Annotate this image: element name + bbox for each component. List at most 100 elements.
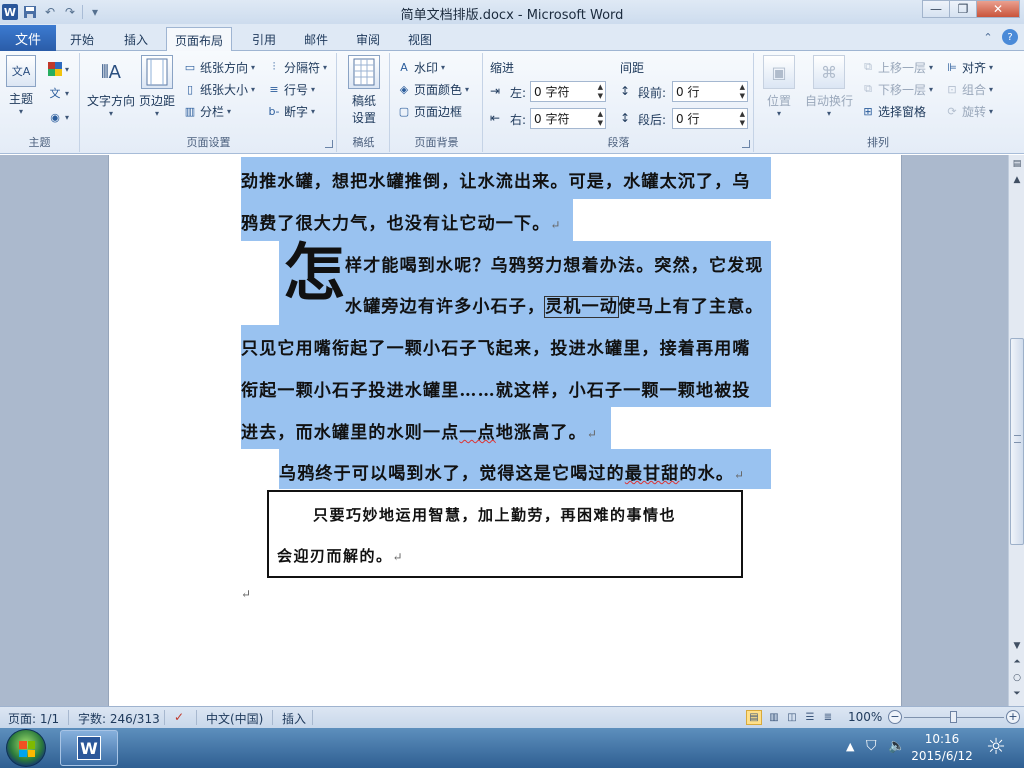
action-center-icon[interactable]: ⛉ [866, 738, 877, 754]
insert-mode-indicator[interactable]: 插入 [282, 710, 306, 727]
spacing-after-input[interactable]: 0 行 ▲ ▼ [672, 108, 748, 129]
indent-left-input[interactable]: 0 字符 ▲ ▼ [530, 81, 606, 102]
restore-button[interactable]: ❐ [949, 0, 977, 18]
taskbar-word-button[interactable]: W [60, 730, 118, 766]
language-indicator[interactable]: 中文(中国) [206, 710, 263, 727]
line-numbers-button[interactable]: ≡ 行号 ▾ [267, 79, 315, 99]
columns-button[interactable]: ▥ 分栏 ▾ [183, 101, 231, 121]
group-page-background: A 水印 ▾ ◈ 页面颜色 ▾ ▢ 页面边框 页面背景 [391, 53, 483, 152]
page-setup-dialog-launcher[interactable] [325, 140, 333, 148]
word-count[interactable]: 字数: 246/313 [78, 710, 160, 727]
draft-view-icon[interactable]: ≣ [820, 710, 836, 725]
close-button[interactable]: ✕ [976, 0, 1020, 18]
spin-arrows-icon[interactable]: ▲ ▼ [598, 83, 603, 101]
zoom-level[interactable]: 100% [848, 710, 882, 724]
zoom-out-icon[interactable]: − [888, 710, 902, 724]
theme-fonts-button[interactable]: 文 ▾ [48, 83, 70, 103]
scroll-up-arrow-icon[interactable]: ▲ [1010, 173, 1024, 187]
tab-file[interactable]: 文件 [0, 25, 56, 51]
proofing-icon[interactable]: ✓ [174, 710, 184, 724]
send-backward-icon: ⧉ [864, 82, 872, 95]
spin-arrows-icon[interactable]: ▲ ▼ [740, 110, 745, 128]
orientation-button[interactable]: ▭ 纸张方向 ▾ [183, 57, 255, 77]
spin-arrows-icon[interactable]: ▲ ▼ [598, 110, 603, 128]
chevron-down-icon: ▾ [465, 84, 470, 94]
document-line: 劲推水罐，想把水罐推倒，让水流出来。可是，水罐太沉了，乌 [241, 172, 751, 192]
page-borders-label: 页面边框 [414, 104, 463, 119]
text-direction-button[interactable]: ⫴A 文字方向 ▾ [87, 55, 135, 119]
tab-review[interactable]: 审阅 [348, 27, 388, 51]
zoom-slider-thumb[interactable] [950, 711, 957, 723]
ruler-toggle-icon[interactable]: ▤ [1010, 157, 1024, 171]
bring-forward-button[interactable]: ⧉ 上移一层 ▾ [861, 57, 933, 77]
tab-view[interactable]: 视图 [400, 27, 440, 51]
position-button[interactable]: ▣ 位置 ▾ [763, 55, 795, 118]
group-objects-button[interactable]: ⊡ 组合 ▾ [945, 79, 993, 99]
group-label-manuscript: 稿纸 [352, 136, 375, 149]
minimize-ribbon-icon[interactable]: ⌃ [980, 29, 996, 45]
hyphenation-button[interactable]: b- 断字 ▾ [267, 101, 316, 121]
selection-pane-button[interactable]: ⊞ 选择窗格 [861, 101, 926, 121]
next-page-icon[interactable]: ⏷ [1010, 687, 1024, 701]
watermark-button[interactable]: A 水印 ▾ [397, 57, 445, 77]
zoom-in-icon[interactable]: + [1006, 710, 1020, 724]
group-label-paragraph: 段落 [607, 136, 630, 149]
tab-page-layout[interactable]: 页面布局 [166, 27, 233, 52]
full-screen-reading-view-icon[interactable]: ▥ [766, 710, 782, 725]
minimize-button[interactable]: — [922, 0, 950, 18]
paragraph-mark: ↵ [550, 218, 562, 232]
manuscript-settings-button[interactable]: 稿纸 设置 [348, 55, 380, 126]
outline-view-icon[interactable]: ☰ [802, 710, 818, 725]
breaks-icon: ⫶ [272, 60, 276, 73]
document-area: 劲推水罐，想把水罐推倒，让水流出来。可是，水罐太沉了，乌 鸦费了很大力气，也没有… [0, 155, 1008, 706]
spin-arrows-icon[interactable]: ▲ ▼ [740, 83, 745, 101]
tab-references[interactable]: 引用 [244, 27, 284, 51]
chevron-down-icon: ▾ [827, 109, 832, 118]
document-line: 乌鸦终于可以喝到水了，觉得这是它喝过的最甘甜的水。↵ [279, 459, 745, 484]
previous-page-icon[interactable]: ⏶ [1010, 655, 1024, 669]
bring-forward-label: 上移一层 [878, 60, 927, 75]
spacing-before-input[interactable]: 0 行 ▲ ▼ [672, 81, 748, 102]
send-backward-button[interactable]: ⧉ 下移一层 ▾ [861, 79, 933, 99]
bordered-text-box[interactable]: 只要巧妙地运用智慧，加上勤劳，再困难的事情也 会迎刃而解的。↵ [267, 490, 743, 578]
chevron-down-icon: ▾ [929, 84, 934, 94]
themes-button[interactable]: 文A 主题 ▾ [6, 55, 36, 116]
size-button[interactable]: ▯ 纸张大小 ▾ [183, 79, 255, 99]
show-hidden-icons-icon[interactable]: ▲ [846, 740, 854, 753]
vertical-scrollbar[interactable]: ▤ ▲ ▼ ⏶ ○ ⏷ [1008, 155, 1024, 706]
tab-insert[interactable]: 插入 [116, 27, 156, 51]
document-line: 只见它用嘴衔起了一颗小石子飞起来，投进水罐里，接着再用嘴 [241, 339, 751, 359]
document-text: 乌鸦终于可以喝到水了，觉得这是它喝过的 [279, 464, 625, 484]
tab-home[interactable]: 开始 [62, 27, 102, 51]
weather-icon[interactable]: ☼ [982, 731, 1010, 763]
system-clock[interactable]: 10:16 2015/6/12 [902, 731, 982, 765]
page-count[interactable]: 页面: 1/1 [8, 710, 59, 727]
tab-mailings[interactable]: 邮件 [296, 27, 336, 51]
spacing-title: 间距 [620, 61, 645, 75]
print-layout-view-icon[interactable]: ▤ [746, 710, 762, 725]
paragraph-dialog-launcher[interactable] [742, 140, 750, 148]
document-page[interactable]: 劲推水罐，想把水罐推倒，让水流出来。可是，水罐太沉了，乌 鸦费了很大力气，也没有… [108, 155, 902, 706]
page-color-button[interactable]: ◈ 页面颜色 ▾ [397, 79, 469, 99]
page-borders-button[interactable]: ▢ 页面边框 [397, 101, 462, 121]
web-layout-view-icon[interactable]: ◫ [784, 710, 800, 725]
start-button[interactable] [6, 729, 46, 767]
status-separator [164, 710, 165, 725]
indent-right-value: 0 字符 [534, 112, 570, 126]
indent-right-input[interactable]: 0 字符 ▲ ▼ [530, 108, 606, 129]
breaks-button[interactable]: ⫶ 分隔符 ▾ [267, 57, 327, 77]
browse-object-icon[interactable]: ○ [1010, 671, 1024, 685]
chevron-down-icon: ▾ [311, 106, 316, 116]
margins-button[interactable]: 页边距 ▾ [139, 55, 175, 118]
theme-colors-button[interactable]: ▾ [48, 59, 69, 79]
theme-effects-button[interactable]: ◉ ▾ [48, 107, 69, 127]
help-icon[interactable]: ? [1002, 29, 1018, 45]
align-button[interactable]: ⊫ 对齐 ▾ [945, 57, 993, 77]
rotate-button[interactable]: ⟳ 旋转 ▾ [945, 101, 993, 121]
scroll-down-arrow-icon[interactable]: ▼ [1010, 639, 1024, 653]
status-separator [272, 710, 273, 725]
group-arrange: ▣ 位置 ▾ ⌘ 自动换行 ▾ ⧉ 上移一层 ▾ ⧉ 下移一层 ▾ ⊞ 选择窗格… [755, 53, 1001, 152]
breaks-label: 分隔符 [284, 60, 321, 75]
scrollbar-thumb[interactable] [1010, 338, 1024, 545]
wrap-text-button[interactable]: ⌘ 自动换行 ▾ [805, 55, 853, 118]
